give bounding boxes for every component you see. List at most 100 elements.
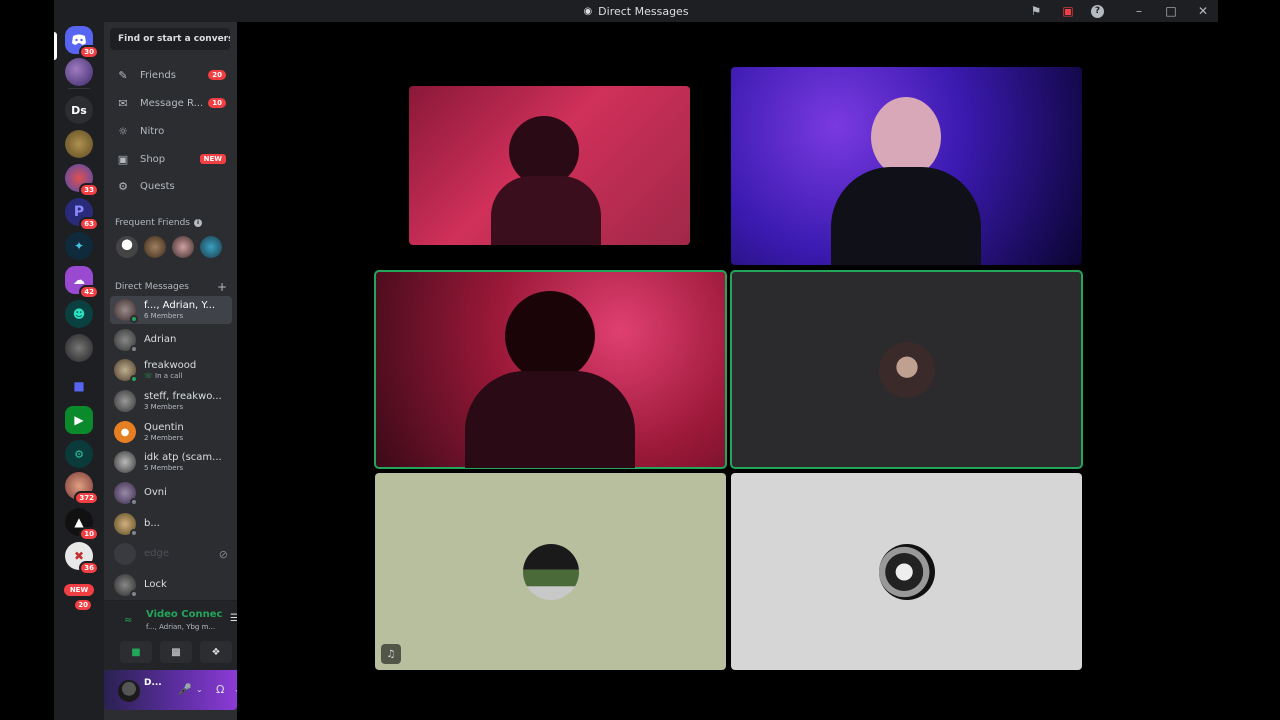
video-tile-participant-1[interactable] — [409, 86, 690, 245]
server-icon-ds[interactable]: Ds — [65, 96, 93, 124]
search-input[interactable]: Find or start a convers... — [110, 28, 230, 50]
section-label: Frequent Friends — [115, 218, 190, 228]
avatar-tile-participant-6[interactable] — [731, 473, 1082, 670]
screen-share-button[interactable]: ▩ — [160, 641, 192, 663]
server-icon[interactable]: ☻ — [65, 300, 93, 328]
avatar-tile-participant-4[interactable] — [730, 270, 1083, 469]
server-initials: Ds — [71, 103, 87, 117]
nav-message-requests[interactable]: ✉ Message R... 10 — [110, 91, 230, 115]
connection-signal-icon[interactable]: ≈ — [124, 615, 132, 626]
close-button[interactable]: ✕ — [1194, 4, 1212, 18]
friends-badge: 20 — [208, 70, 226, 80]
server-icon[interactable]: 372 — [65, 472, 99, 505]
frequent-friends-header: Frequent Friends i — [115, 218, 202, 228]
activities-button[interactable]: ❖ — [200, 641, 232, 663]
video-tile-participant-2[interactable] — [731, 67, 1082, 265]
server-icon[interactable] — [65, 334, 93, 362]
server-icon[interactable]: ▶ — [65, 406, 93, 434]
friend-avatar[interactable] — [200, 236, 222, 258]
server-divider — [68, 88, 90, 89]
server-icon[interactable]: ✖ 36 — [65, 542, 99, 575]
user-avatar — [114, 359, 138, 383]
user-avatar[interactable] — [118, 680, 140, 702]
video-person-body — [465, 371, 635, 468]
server-icon[interactable]: ✦ — [65, 232, 93, 260]
nav-shop[interactable]: ▣ Shop NEW — [110, 147, 230, 171]
status-indicator — [130, 498, 138, 506]
server-badge: 63 — [79, 217, 99, 231]
server-icon[interactable]: ⚙ — [65, 440, 93, 468]
camera-icon: ■ — [131, 646, 141, 658]
video-tile-participant-3[interactable] — [374, 270, 727, 469]
headphones-icon[interactable]: Ω — [216, 683, 224, 696]
server-icon[interactable]: ☁ 42 — [65, 266, 99, 299]
dm-name: freakwood — [144, 359, 197, 371]
maximize-button[interactable]: □ — [1162, 4, 1180, 18]
call-icon: ☏ — [144, 371, 153, 380]
server-icon[interactable] — [65, 130, 93, 158]
folder-icon[interactable]: ■ — [65, 372, 93, 400]
dm-item[interactable]: b... — [110, 510, 232, 538]
video-person-body — [831, 167, 981, 265]
dm-item[interactable]: freakwood ☏ In a call — [110, 356, 232, 384]
discord-home-icon[interactable]: 30 — [65, 26, 99, 59]
screen-share-icon[interactable]: ▣ — [1059, 2, 1077, 20]
dm-name: Quentin — [144, 421, 184, 433]
camera-button[interactable]: ■ — [120, 641, 152, 663]
voice-channel: f..., Adrian, Ybg m... — [146, 623, 216, 631]
friend-avatar[interactable] — [172, 236, 194, 258]
group-avatar — [114, 451, 136, 473]
server-badge: 20 — [73, 598, 93, 612]
title-bar: ◉ Direct Messages ⚑ ▣ ? – □ ✕ — [54, 0, 1218, 22]
inbox-flag-icon[interactable]: ⚑ — [1027, 2, 1045, 20]
group-avatar — [114, 390, 136, 412]
nav-quests[interactable]: ⚙ Quests — [110, 174, 230, 198]
group-avatar: ● — [114, 421, 136, 443]
nav-nitro[interactable]: ☼ Nitro — [110, 119, 230, 143]
mic-options-chevron-icon[interactable]: ⌄ — [196, 685, 203, 694]
username[interactable]: D... — [144, 678, 162, 688]
minimize-button[interactable]: – — [1130, 4, 1148, 18]
dm-sidebar: Find or start a convers... ✎ Friends 20 … — [104, 22, 272, 720]
video-person-body — [491, 176, 601, 245]
server-icon[interactable] — [65, 58, 93, 86]
dm-item[interactable]: edge ⊘ — [110, 540, 232, 568]
home-badge: 30 — [79, 45, 99, 59]
dm-item[interactable]: ● Quentin 2 Members — [110, 418, 232, 446]
avatar-tile-participant-5[interactable]: ♫ — [375, 473, 726, 670]
info-icon[interactable]: i — [193, 219, 202, 227]
dm-subtext: 2 Members — [144, 433, 184, 442]
mail-icon: ✉ — [118, 96, 128, 110]
dm-item[interactable]: Lock — [110, 571, 232, 599]
server-list: 30 Ds 33 P 63 ✦ ☁ 42 ☻ ■ ▶ ⚙ 372 ▲ 10 ✖ 36 N… — [54, 22, 104, 720]
dm-subtext: 5 Members — [144, 463, 184, 472]
dm-item[interactable]: Ovni — [110, 479, 232, 507]
dm-subtext: 3 Members — [144, 402, 184, 411]
frequent-friends-list — [116, 236, 222, 258]
server-badge: 10 — [79, 527, 99, 541]
dm-item[interactable]: steff, freakwo... 3 Members — [110, 387, 232, 415]
user-panel: D... 🎤 ⌄ Ω ⌄ ⚙ — [104, 670, 264, 710]
window-title: ◉ Direct Messages — [583, 5, 688, 18]
server-icon[interactable]: ▲ 10 — [65, 508, 99, 541]
nav-label: Friends — [140, 69, 176, 81]
friend-avatar[interactable] — [144, 236, 166, 258]
microphone-icon[interactable]: 🎤 — [178, 683, 192, 696]
dm-item[interactable]: f..., Adrian, Y... 6 Members — [110, 296, 232, 324]
new-servers-button[interactable]: NEW 20 — [61, 576, 97, 612]
dm-name: Lock — [144, 579, 167, 590]
help-icon[interactable]: ? — [1091, 4, 1104, 18]
dm-name: Ovni — [144, 487, 167, 498]
server-icon[interactable]: 33 — [65, 164, 99, 197]
nav-friends[interactable]: ✎ Friends 20 — [110, 63, 230, 87]
video-person — [505, 291, 595, 381]
server-icon[interactable]: P 63 — [65, 198, 99, 231]
dm-item[interactable]: Adrian — [110, 326, 232, 354]
create-dm-icon[interactable]: + — [217, 280, 227, 294]
shop-new-badge: NEW — [199, 154, 226, 164]
nitro-icon: ☼ — [118, 124, 128, 138]
server-badge: 36 — [79, 561, 99, 575]
dm-item[interactable]: idk atp (scam... 5 Members — [110, 448, 232, 476]
friend-avatar[interactable] — [116, 236, 138, 258]
status-indicator — [130, 375, 138, 383]
